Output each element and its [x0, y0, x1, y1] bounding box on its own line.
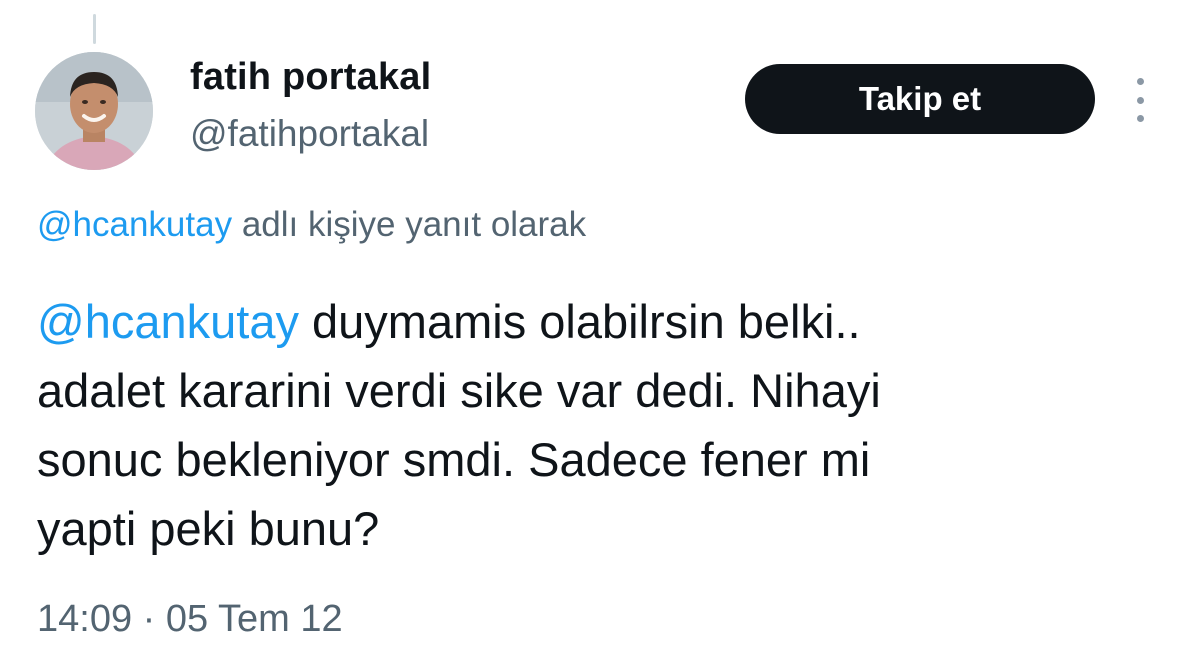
author-name[interactable]: fatih portakal	[190, 56, 431, 99]
more-dot	[1136, 96, 1144, 104]
more-dot	[1136, 115, 1144, 122]
tweet-text-segment: duymamis olabilrsin belki..	[298, 295, 861, 348]
reply-context-mention-link[interactable]: @hcankutay	[37, 205, 232, 244]
author-handle[interactable]: @fatihportakal	[190, 113, 429, 155]
tweet-text-line: @hcankutay duymamis olabilrsin belki..	[37, 287, 1167, 356]
avatar-image	[35, 52, 153, 170]
thread-connector-line	[93, 14, 96, 44]
more-vertical-icon[interactable]	[1128, 78, 1152, 122]
tweet-text-line: sonuc bekleniyor smdi. Sadece fener mi	[37, 433, 871, 486]
tweet-text-line: yapti peki bunu?	[37, 502, 380, 555]
avatar[interactable]	[35, 52, 153, 170]
tweet-text: @hcankutay duymamis olabilrsin belki.. a…	[37, 287, 1167, 563]
reply-context-text: adlı kişiye yanıt olarak	[232, 205, 587, 244]
tweet-mention-link[interactable]: @hcankutay	[37, 295, 299, 348]
more-dot	[1136, 78, 1144, 85]
follow-button[interactable]: Takip et	[745, 64, 1095, 134]
reply-context: @hcankutay adlı kişiye yanıt olarak	[37, 205, 586, 245]
tweet-text-line: adalet kararini verdi sike var dedi. Nih…	[37, 364, 881, 417]
tweet-timestamp[interactable]: 14:09 · 05 Tem 12	[37, 598, 343, 641]
